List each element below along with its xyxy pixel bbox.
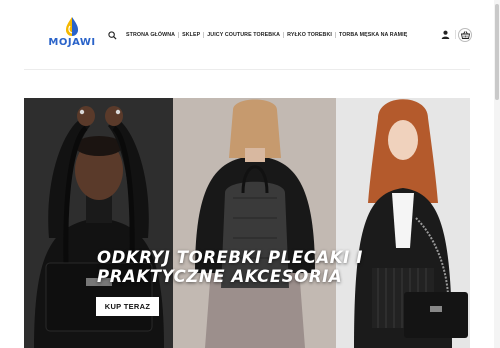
user-icon[interactable] [441, 30, 450, 39]
hero-title-line-2: PRAKTYCZNE AKCESORIA [97, 267, 343, 286]
shop-now-button[interactable]: KUP TERAZ [96, 297, 159, 316]
hero-title-line-1: ODKRYJ TOREBKI PLECAKI I [97, 248, 364, 267]
main-nav: STRONA GŁÓWNA SKLEP JUICY COUTURE TOREBK… [108, 29, 410, 41]
search-icon[interactable] [108, 30, 117, 40]
hero-image-backpack [173, 98, 336, 348]
hero-title: ODKRYJ TOREBKI PLECAKI I PRAKTYCZNE AKCE… [97, 248, 417, 286]
cart-button[interactable] [458, 28, 472, 42]
site-logo[interactable]: MOJAWI [47, 17, 97, 53]
nav-item-sklep[interactable]: SKLEP [179, 32, 203, 38]
nav-item-torba-meska[interactable]: TORBA MĘSKA NA RAMIĘ [336, 32, 410, 38]
header-separator [455, 30, 456, 39]
header-divider [24, 69, 470, 70]
shopping-basket-icon [460, 31, 470, 39]
logo-text: MOJAWI [48, 37, 96, 48]
nav-item-juicy-couture[interactable]: JUICY COUTURE TOREBKA [204, 32, 283, 38]
nav-item-rylko-torebki[interactable]: RYŁKO TOREBKI [284, 32, 335, 38]
nav-item-strona-glowna[interactable]: STRONA GŁÓWNA [123, 32, 178, 38]
hero-banner: ODKRYJ TOREBKI PLECAKI I PRAKTYCZNE AKCE… [24, 98, 470, 348]
logo-drop-icon [65, 17, 79, 37]
scrollbar-thumb[interactable] [495, 4, 499, 100]
page-scrollbar[interactable] [494, 0, 500, 348]
site-header: MOJAWI STRONA GŁÓWNA SKLEP JUICY COUTURE… [0, 0, 494, 70]
hero-image-chain-bag [336, 98, 470, 348]
